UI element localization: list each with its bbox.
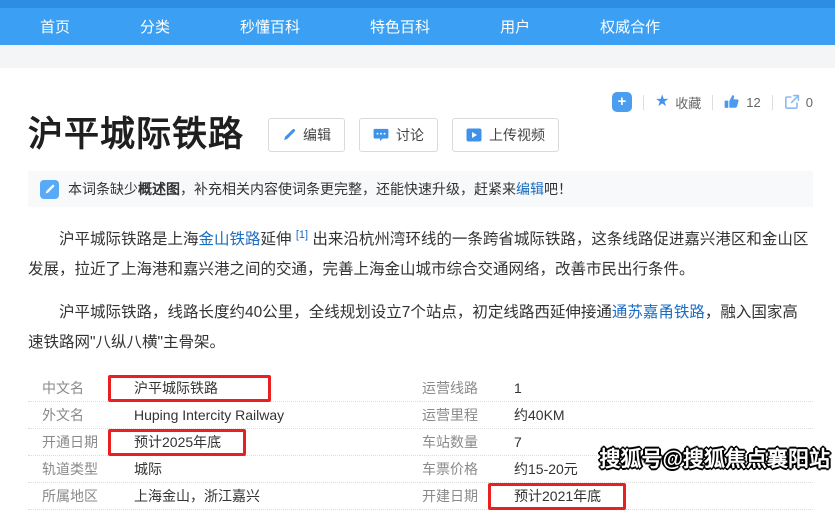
like-button[interactable]: 12 [724,94,760,110]
top-navigation: 首页 分类 秒懂百科 特色百科 用户 权威合作 [0,0,835,45]
info-value: 预计2025年底 [134,432,221,452]
info-value: 预计2021年底 [514,486,601,506]
info-row-open-date: 开通日期 预计2025年底 [28,429,420,456]
edit-pencil-icon [40,180,59,199]
discuss-button[interactable]: 讨论 [359,118,438,152]
divider [712,95,713,110]
highlight-box: 沪平城际铁路 [108,375,271,402]
upload-video-button[interactable]: 上传视频 [452,118,559,152]
info-column-left: 中文名 沪平城际铁路 外文名 Huping Intercity Railway … [28,375,420,510]
upload-video-button-label: 上传视频 [489,125,545,145]
info-label: 所属地区 [42,486,134,506]
info-label: 车站数量 [422,432,514,452]
p1-text: 沪平城际铁路是上海 [59,231,199,248]
p2-text: 沪平城际铁路，线路长度约40公里，全线规划设立7个站点，初定线路西延伸接通 [59,304,612,321]
share-count: 0 [806,95,813,110]
info-row-lines: 运营线路 1 [420,375,813,402]
highlight-box: 预计2021年底 [488,483,626,510]
page-title: 沪平城际铁路 [28,114,244,156]
intro-paragraph-1: 沪平城际铁路是上海金山铁路延伸 [1] 出来沿杭州湾环线的一条跨省城际铁路，这条… [28,220,813,285]
edit-button[interactable]: 编辑 [268,118,345,152]
intro-paragraph-2: 沪平城际铁路，线路长度约40公里，全线规划设立7个站点，初定线路西延伸接通通苏嘉… [28,298,813,358]
title-buttons: 编辑 讨论 上传视频 [268,118,559,152]
divider [643,95,644,110]
highlight-box: 预计2025年底 [108,429,246,456]
entry-action-row: + ★ 收藏 12 0 [28,92,813,112]
comment-icon [373,128,389,142]
share-icon [784,94,800,110]
info-value: Huping Intercity Railway [134,407,284,423]
missing-overview-notice: 本词条缺少概述图，补充相关内容使词条更完整，还能快速升级，赶紧来编辑吧！ [28,171,813,207]
notice-text: 本词条缺少概述图，补充相关内容使词条更完整，还能快速升级，赶紧来编辑吧！ [68,179,572,199]
info-label: 外文名 [42,405,134,425]
nav-item-featured[interactable]: 特色百科 [370,16,430,37]
info-label: 车票价格 [422,459,514,479]
nav-item-category[interactable]: 分类 [140,16,170,37]
add-button[interactable]: + [612,92,632,112]
info-row-mileage: 运营里程 约40KM [420,402,813,429]
subnav-strip [0,45,835,68]
nav-item-miaodong[interactable]: 秒懂百科 [240,16,300,37]
like-count: 12 [746,95,760,110]
video-play-icon [466,128,482,142]
info-row-region: 所属地区 上海金山，浙江嘉兴 [28,483,420,510]
info-row-chinese-name: 中文名 沪平城际铁路 [28,375,420,402]
info-row-english-name: 外文名 Huping Intercity Railway [28,402,420,429]
info-value: 城际 [134,459,162,479]
info-row-track-type: 轨道类型 城际 [28,456,420,483]
share-button[interactable]: 0 [784,94,813,110]
nav-item-home[interactable]: 首页 [40,16,70,37]
notice-bold: 概述图 [138,181,180,197]
p1-text: 延伸 [261,231,292,248]
info-value: 7 [514,434,522,450]
info-row-construction-date: 开建日期 预计2021年底 [420,483,813,510]
info-value: 约40KM [514,405,565,425]
nav-item-users[interactable]: 用户 [500,16,530,37]
star-icon: ★ [655,94,669,110]
info-value: 约15-20元 [514,459,578,479]
info-label: 轨道类型 [42,459,134,479]
discuss-button-label: 讨论 [396,125,424,145]
notice-middle: ，补充相关内容使词条更完整，还能快速升级，赶紧来 [180,181,516,197]
pencil-icon [282,128,296,142]
info-value: 沪平城际铁路 [134,378,218,398]
info-label: 运营线路 [422,378,514,398]
reference-1-link[interactable]: [1] [296,229,308,241]
notice-suffix: 吧！ [544,181,572,197]
info-value: 1 [514,380,522,396]
notice-edit-link[interactable]: 编辑 [516,181,544,197]
title-row: 沪平城际铁路 编辑 讨论 上传视频 [28,114,813,156]
info-label: 运营里程 [422,405,514,425]
tongsujiayong-railway-link[interactable]: 通苏嘉甬铁路 [612,304,705,321]
edit-button-label: 编辑 [303,125,331,145]
jinshan-railway-link[interactable]: 金山铁路 [199,231,261,248]
nav-item-authority[interactable]: 权威合作 [600,16,660,37]
info-value: 上海金山，浙江嘉兴 [134,486,260,506]
collect-button[interactable]: ★ 收藏 [655,93,701,112]
divider [772,95,773,110]
thumbs-up-icon [724,94,740,110]
notice-prefix: 本词条缺少 [68,181,138,197]
collect-label: 收藏 [675,93,701,112]
sohu-watermark: 搜狐号@搜狐焦点襄阳站 [600,443,830,473]
